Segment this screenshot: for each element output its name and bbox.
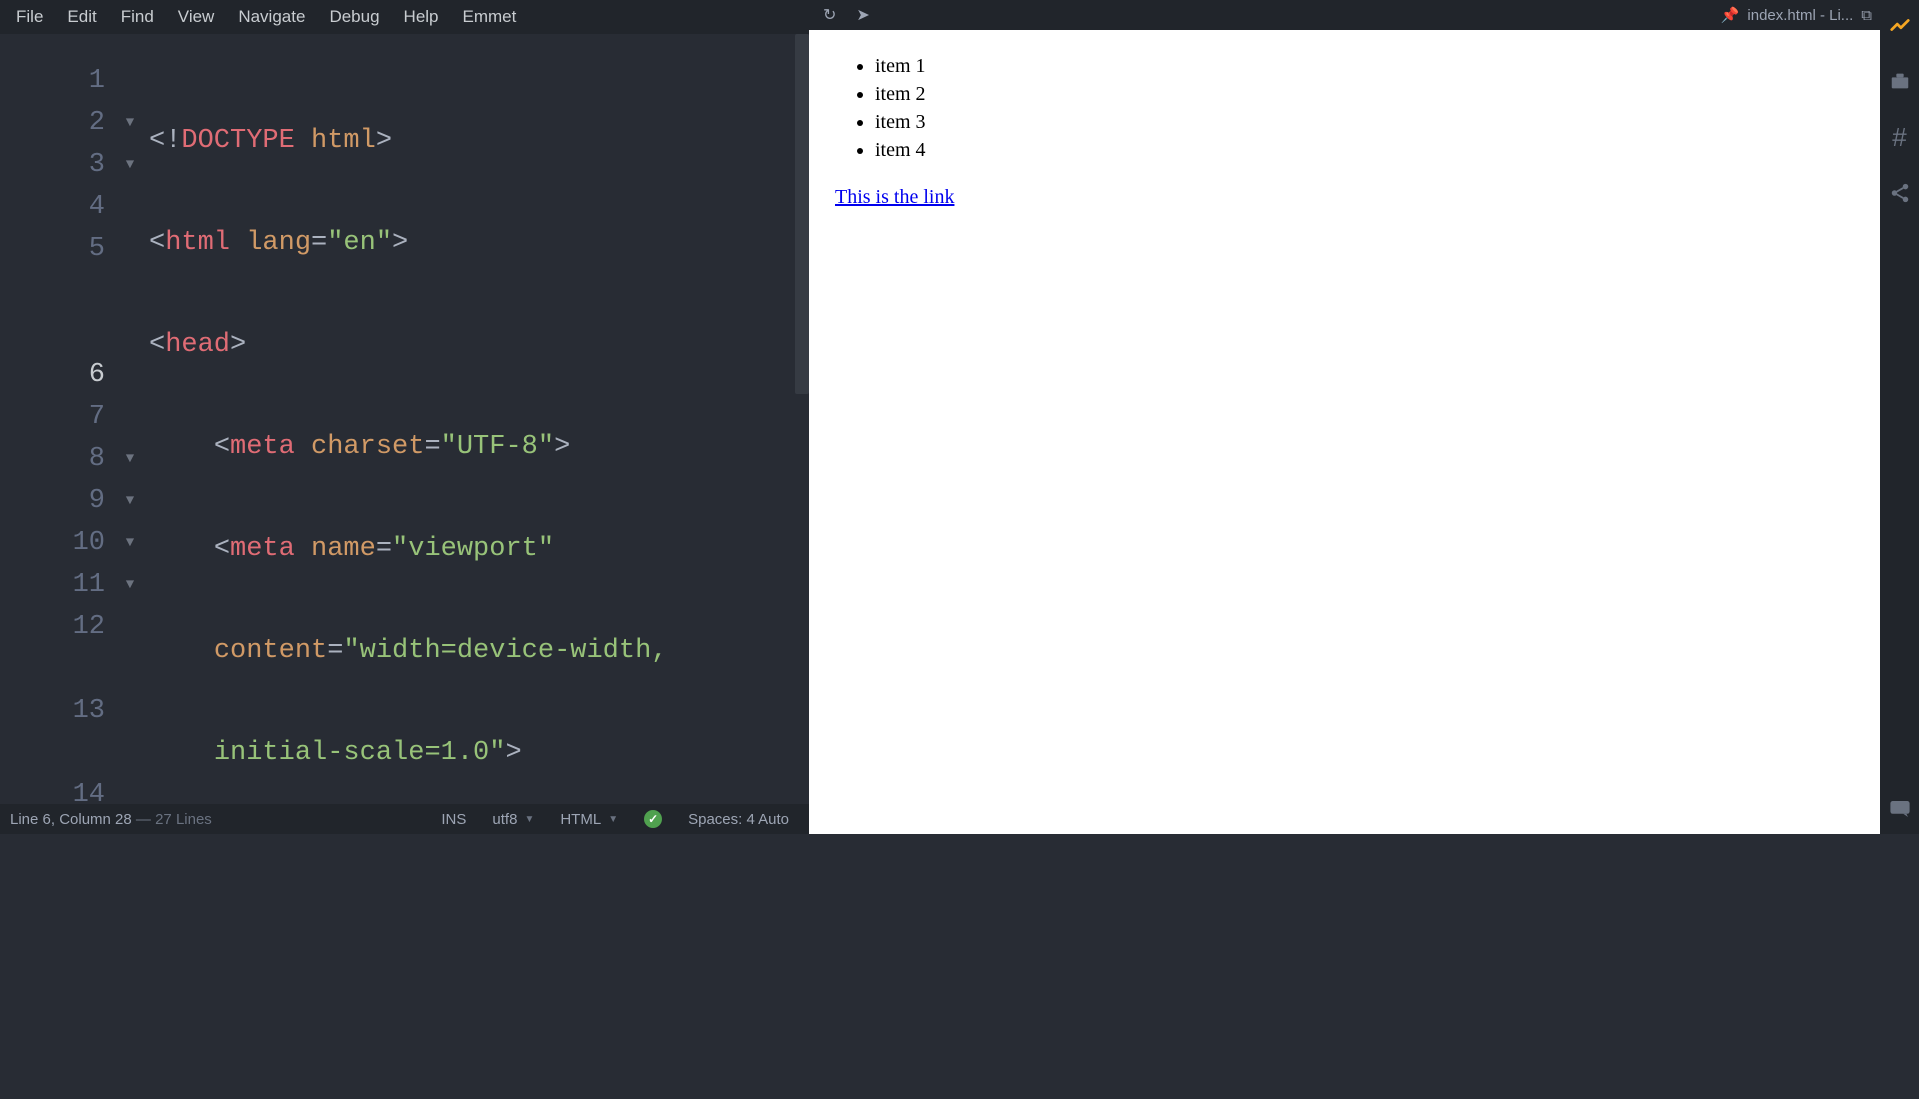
statusbar: Line 6, Column 28 — 27 Lines INS utf8▼ H… [0, 804, 809, 834]
status-cursor[interactable]: Line 6, Column 28 — 27 Lines [10, 811, 425, 828]
preview-tab-label: index.html - Li... [1747, 7, 1853, 24]
menu-emmet[interactable]: Emmet [451, 2, 529, 32]
live-preview-icon[interactable] [1881, 6, 1919, 44]
menu-help[interactable]: Help [392, 2, 451, 32]
fold-icon[interactable]: ▼ [115, 564, 145, 606]
live-preview-pane: ↻ ➤ 📌 index.html - Li... ⧉ item 1 item 2… [809, 0, 1880, 834]
menu-debug[interactable]: Debug [317, 2, 391, 32]
editor-pane: File Edit Find View Navigate Debug Help … [0, 0, 809, 834]
menu-view[interactable]: View [166, 2, 227, 32]
preview-toolbar: ↻ ➤ 📌 index.html - Li... ⧉ [809, 0, 1880, 30]
fold-icon[interactable]: ▼ [115, 438, 145, 480]
quote-icon[interactable] [1881, 790, 1919, 828]
list-item: item 2 [875, 80, 1854, 108]
fold-icon[interactable]: ▼ [115, 522, 145, 564]
editor[interactable]: 12▼3▼45678▼9▼10▼11▼121314 <!DOCTYPE html… [0, 34, 809, 804]
status-indentation[interactable]: Spaces: 4 Auto [678, 811, 799, 828]
status-language[interactable]: HTML▼ [550, 811, 628, 828]
status-encoding[interactable]: utf8▼ [482, 811, 544, 828]
list-item: item 1 [875, 52, 1854, 80]
editor-scrollbar[interactable] [795, 34, 809, 394]
list-item: item 3 [875, 108, 1854, 136]
list-item: item 4 [875, 136, 1854, 164]
code-area[interactable]: <!DOCTYPE html> <html lang="en"> <head> … [145, 34, 809, 804]
menu-file[interactable]: File [4, 2, 55, 32]
menubar: File Edit Find View Navigate Debug Help … [0, 0, 809, 34]
gutter: 12▼3▼45678▼9▼10▼11▼121314 [0, 34, 145, 804]
menu-find[interactable]: Find [109, 2, 166, 32]
hash-icon[interactable]: # [1881, 118, 1919, 156]
pin-icon[interactable]: 📌 [1721, 6, 1740, 24]
share-icon[interactable] [1881, 174, 1919, 212]
right-sidebar: # [1880, 0, 1919, 834]
check-icon: ✓ [644, 810, 662, 828]
menu-edit[interactable]: Edit [55, 2, 108, 32]
fold-icon[interactable]: ▼ [115, 480, 145, 522]
status-lint-ok[interactable]: ✓ [634, 810, 672, 828]
extensions-briefcase-icon[interactable] [1881, 62, 1919, 100]
cursor-arrow-icon[interactable]: ➤ [850, 5, 875, 25]
preview-list: item 1 item 2 item 3 item 4 [835, 52, 1854, 164]
open-external-icon[interactable]: ⧉ [1861, 7, 1872, 24]
menu-navigate[interactable]: Navigate [226, 2, 317, 32]
reload-icon[interactable]: ↻ [817, 5, 842, 25]
fold-icon[interactable]: ▼ [115, 102, 145, 144]
fold-icon[interactable]: ▼ [115, 144, 145, 186]
status-insert-mode[interactable]: INS [431, 811, 476, 828]
preview-body: item 1 item 2 item 3 item 4 This is the … [809, 30, 1880, 834]
preview-link[interactable]: This is the link [835, 186, 954, 208]
